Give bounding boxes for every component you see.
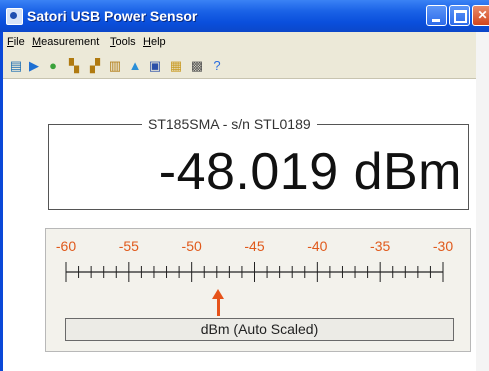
scale-unit-label: dBm (Auto Scaled) [65, 318, 454, 341]
scale-pointer-stem [217, 298, 220, 316]
scale-ruler [65, 262, 444, 282]
